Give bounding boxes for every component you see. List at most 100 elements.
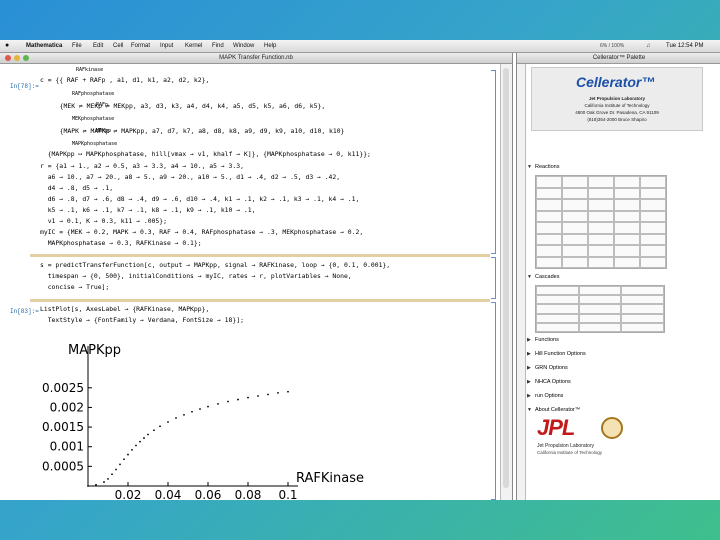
palette-button[interactable] [562, 199, 588, 211]
palette-button[interactable] [588, 187, 614, 199]
y-tick-label: 0.0025 [42, 381, 84, 395]
palette-button[interactable] [640, 199, 666, 211]
palette-button[interactable] [562, 210, 588, 222]
palette-button[interactable] [614, 187, 640, 199]
palette-button[interactable] [588, 210, 614, 222]
palette-button[interactable] [614, 256, 640, 268]
menu-cell[interactable]: Cell [113, 40, 123, 52]
minimize-window-icon[interactable] [14, 55, 20, 61]
menu-window[interactable]: Window [233, 40, 254, 52]
notebook-content[interactable]: In[78]:= RAFkinase RAFphosphatase RAFp M… [0, 64, 500, 500]
apple-menu-icon[interactable]: ● [5, 40, 9, 52]
palette-button[interactable] [536, 295, 579, 305]
zoom-window-icon[interactable] [23, 55, 29, 61]
menu-file[interactable]: File [72, 40, 82, 52]
palette-button[interactable] [640, 245, 666, 257]
palette-button[interactable] [614, 233, 640, 245]
app-menu[interactable]: Mathematica [26, 40, 62, 52]
section-reactions[interactable]: ▼ Reactions [527, 164, 559, 170]
palette-button[interactable] [578, 295, 622, 305]
volume-icon[interactable]: ♫ [646, 40, 651, 52]
palette-button[interactable] [578, 313, 622, 323]
palette-button[interactable] [640, 210, 666, 222]
cell-bracket-2[interactable] [491, 257, 496, 299]
code-line: c = {{ RAF + RAFp , a1, d1, k1, a2, d2, … [40, 76, 210, 84]
palette-scrollbar[interactable] [517, 64, 526, 500]
menu-edit[interactable]: Edit [93, 40, 103, 52]
palette-button[interactable] [640, 176, 666, 188]
triangle-down-icon: ▼ [527, 274, 532, 280]
palette-button[interactable] [536, 210, 562, 222]
palette-button[interactable] [578, 322, 622, 332]
cascades-button-grid[interactable] [535, 285, 665, 333]
palette-button[interactable] [614, 176, 640, 188]
section-hill-options[interactable]: ▶ Hill Function Options [527, 351, 586, 357]
section-about[interactable]: ▼ About Cellerator™ [527, 407, 580, 413]
palette-button[interactable] [536, 286, 579, 296]
section-cascades[interactable]: ▼ Cascades [527, 274, 559, 280]
palette-button[interactable] [614, 199, 640, 211]
palette-button[interactable] [621, 322, 664, 332]
data-point [123, 458, 125, 461]
reactions-button-grid[interactable] [535, 175, 667, 269]
palette-button[interactable] [536, 187, 562, 199]
palette-button[interactable] [562, 256, 588, 268]
palette-button[interactable] [536, 304, 579, 314]
menu-help[interactable]: Help [264, 40, 276, 52]
palette-button[interactable] [588, 245, 614, 257]
palette-button[interactable] [588, 222, 614, 234]
palette-button[interactable] [621, 313, 664, 323]
scrollbar-thumb[interactable] [503, 68, 509, 488]
notebook-title-bar[interactable]: MAPK Transfer Function.nb [0, 53, 512, 64]
palette-button[interactable] [562, 176, 588, 188]
palette-button[interactable] [562, 187, 588, 199]
palette-button[interactable] [614, 245, 640, 257]
palette-button[interactable] [640, 222, 666, 234]
palette-button[interactable] [640, 187, 666, 199]
close-window-icon[interactable] [5, 55, 11, 61]
menu-input[interactable]: Input [160, 40, 173, 52]
palette-button[interactable] [614, 210, 640, 222]
notebook-vertical-scrollbar[interactable] [500, 64, 512, 500]
palette-button[interactable] [536, 199, 562, 211]
palette-button[interactable] [588, 199, 614, 211]
menu-format[interactable]: Format [131, 40, 150, 52]
palette-button[interactable] [588, 256, 614, 268]
palette-button[interactable] [621, 295, 664, 305]
section-run-options[interactable]: ▶ run Options [527, 393, 563, 399]
palette-button[interactable] [588, 176, 614, 188]
menu-clock[interactable]: Tue 12:54 PM [666, 40, 703, 52]
palette-button[interactable] [536, 322, 579, 332]
data-point [277, 391, 279, 394]
y-tick-label: 0.002 [50, 400, 84, 414]
palette-button[interactable] [621, 304, 664, 314]
palette-button[interactable] [578, 286, 622, 296]
palette-button[interactable] [536, 256, 562, 268]
menu-find[interactable]: Find [212, 40, 224, 52]
palette-button[interactable] [640, 233, 666, 245]
palette-button[interactable] [621, 286, 664, 296]
data-point [207, 405, 209, 408]
battery-status: 6% / 100% [600, 43, 625, 49]
palette-button[interactable] [536, 176, 562, 188]
palette-title-bar[interactable]: Cellerator™ Palette [517, 53, 720, 64]
palette-button[interactable] [536, 233, 562, 245]
palette-button[interactable] [562, 245, 588, 257]
section-functions[interactable]: ▶ Functions [527, 337, 559, 343]
y-tick-label: 0.0005 [42, 459, 84, 473]
menu-kernel[interactable]: Kernel [185, 40, 202, 52]
palette-button[interactable] [640, 256, 666, 268]
palette-button[interactable] [536, 313, 579, 323]
palette-button[interactable] [562, 233, 588, 245]
palette-button[interactable] [536, 245, 562, 257]
section-grn-options[interactable]: ▶ GRN Options [527, 365, 568, 371]
palette-button[interactable] [562, 222, 588, 234]
palette-button[interactable] [578, 304, 622, 314]
palette-button[interactable] [536, 222, 562, 234]
cell-bracket-1[interactable] [491, 70, 496, 254]
cell-bracket-3[interactable] [491, 302, 496, 500]
section-nhca-options[interactable]: ▶ NHCA Options [527, 379, 571, 385]
palette-button[interactable] [588, 233, 614, 245]
data-point [103, 481, 105, 483]
palette-button[interactable] [614, 222, 640, 234]
